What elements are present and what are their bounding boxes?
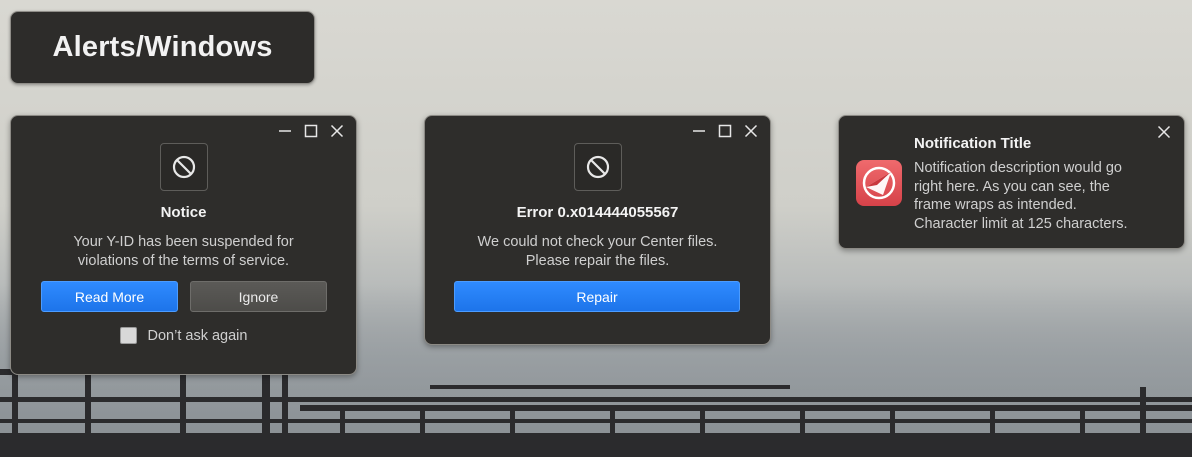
description-line-3: frame wraps as intended. (914, 197, 1077, 213)
close-icon[interactable] (1157, 125, 1171, 139)
notification-title: Notification Title (914, 135, 1032, 152)
minimize-icon[interactable] (278, 124, 292, 138)
maximize-icon[interactable] (304, 124, 318, 138)
dont-ask-again-label[interactable]: Don’t ask again (148, 328, 248, 344)
ignore-button[interactable]: Ignore (190, 281, 327, 312)
repair-button[interactable]: Repair (454, 281, 740, 312)
app-logo-icon (856, 160, 902, 206)
dont-ask-again-row: Don’t ask again (11, 327, 356, 344)
read-more-button[interactable]: Read More (41, 281, 178, 312)
notification-toast: Notification Title Notification descript… (838, 115, 1185, 249)
dialog-message: Your Y-ID has been suspended for violati… (11, 233, 356, 271)
window-controls (692, 124, 758, 138)
description-line-2: right here. As you can see, the (914, 178, 1110, 195)
close-icon[interactable] (330, 124, 344, 138)
background-pier (0, 367, 1192, 457)
close-icon[interactable] (744, 124, 758, 138)
notification-description: Notification description would go right … (914, 159, 1159, 233)
page-heading: Alerts/Windows (10, 11, 315, 84)
message-line-2: violations of the terms of service. (77, 253, 290, 269)
minimize-icon[interactable] (692, 124, 706, 138)
dont-ask-again-checkbox[interactable] (119, 327, 137, 344)
ban-icon (573, 143, 622, 191)
notice-dialog: Notice Your Y-ID has been suspended for … (10, 115, 357, 375)
message-line-1: Your Y-ID has been suspended for (73, 234, 294, 250)
error-dialog: Error 0.x014444055567 We could not check… (424, 115, 771, 345)
window-controls (278, 124, 344, 138)
dialog-title: Notice (160, 204, 207, 221)
ban-icon (159, 143, 208, 191)
dialog-title: Error 0.x014444055567 (516, 204, 679, 221)
maximize-icon[interactable] (718, 124, 732, 138)
message-line-1: We could not check your Center files. (477, 234, 718, 250)
description-line-1: Notification description would go (914, 160, 1122, 176)
dialog-message: We could not check your Center files. Pl… (425, 233, 770, 271)
description-line-4: Character limit at 125 characters. (914, 215, 1128, 232)
message-line-2: Please repair the files. (525, 253, 670, 269)
